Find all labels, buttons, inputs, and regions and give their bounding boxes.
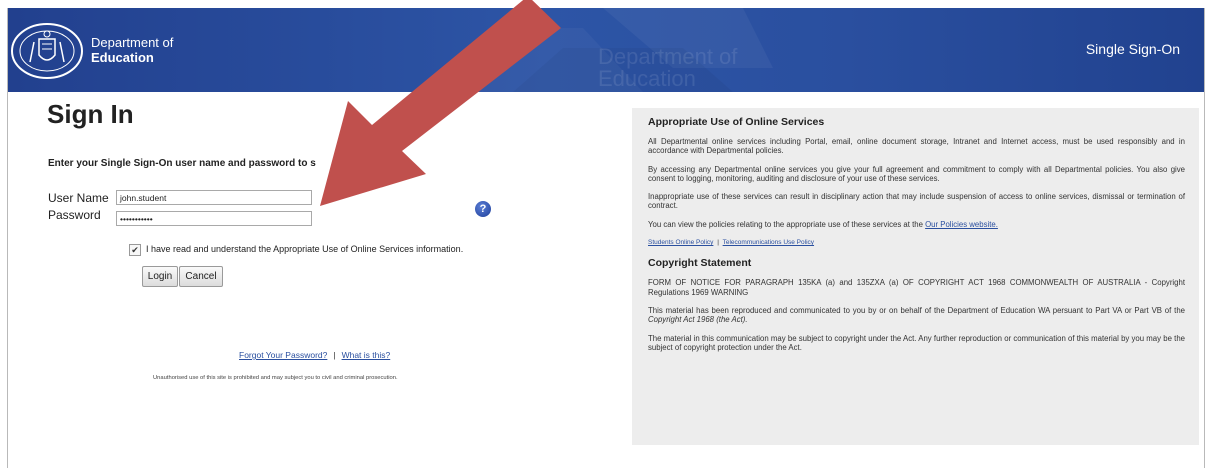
login-button[interactable]: Login — [142, 266, 178, 287]
students-online-policy-link[interactable]: Students Online Policy — [648, 239, 713, 246]
department-name-line2: Education — [91, 50, 154, 65]
password-label: Password — [48, 208, 101, 222]
password-input[interactable]: ••••••••••• — [116, 211, 312, 226]
what-is-this-link[interactable]: What is this? — [342, 350, 391, 360]
agree-checkbox-label: I have read and understand the Appropria… — [146, 244, 464, 254]
our-policies-link[interactable]: Our Policies website. — [925, 220, 998, 229]
copyright-heading: Copyright Statement — [648, 257, 752, 270]
government-crest-logo — [11, 23, 83, 79]
copyright-act-title: Copyright Act 1968 (the Act). — [648, 315, 748, 325]
app-title: Single Sign-On — [1085, 41, 1180, 57]
username-label: User Name — [48, 191, 109, 205]
department-name-line1: Department of — [91, 35, 174, 50]
site-header: Department of Education Department of Ed… — [8, 8, 1204, 92]
department-name: Department of Education — [91, 35, 173, 65]
policies-text: You can view the policies relating to th… — [648, 219, 923, 229]
browser-page: Department of Education Department of Ed… — [7, 8, 1205, 468]
copyright-paragraph-1: FORM OF NOTICE FOR PARAGRAPH 135KA (a) a… — [648, 278, 1185, 297]
unauthorised-use-disclaimer: Unauthorised use of this site is prohibi… — [153, 375, 398, 381]
copyright-paragraph-2-text: This material has been reproduced and co… — [648, 305, 1185, 315]
policy-link-separator: | — [717, 239, 719, 247]
help-icon[interactable]: ? — [475, 201, 491, 217]
appropriate-use-heading: Appropriate Use of Online Services — [648, 116, 825, 128]
policy-links: Students Online Policy | Telecommunicati… — [648, 238, 1185, 247]
info-panel: Appropriate Use of Online Services All D… — [632, 108, 1199, 445]
appropriate-use-paragraph-4: You can view the policies relating to th… — [648, 220, 1185, 229]
cancel-button[interactable]: Cancel — [179, 266, 223, 287]
forgot-password-link[interactable]: Forgot Your Password? — [239, 350, 327, 360]
help-links: Forgot Your Password? | What is this? — [239, 350, 390, 360]
link-separator: | — [333, 350, 336, 360]
appropriate-use-paragraph-2: By accessing any Departmental online ser… — [648, 164, 1185, 183]
copyright-paragraph-2: This material has been reproduced and co… — [648, 306, 1185, 325]
appropriate-use-paragraph-3: Inappropriate use of these services can … — [648, 192, 1185, 211]
page-title: Sign In — [47, 99, 134, 129]
username-input[interactable]: john.student — [116, 190, 312, 205]
copyright-paragraph-3: The material in this communication may b… — [648, 333, 1185, 352]
appropriate-use-paragraph-1: All Departmental online services includi… — [648, 137, 1185, 156]
header-watermark: Department of Education — [598, 44, 738, 91]
telecommunications-policy-link[interactable]: Telecommunications Use Policy — [723, 239, 814, 246]
sign-in-instruction: Enter your Single Sign-On user name and … — [48, 158, 316, 169]
agree-checkbox[interactable]: ✔ — [129, 244, 141, 256]
